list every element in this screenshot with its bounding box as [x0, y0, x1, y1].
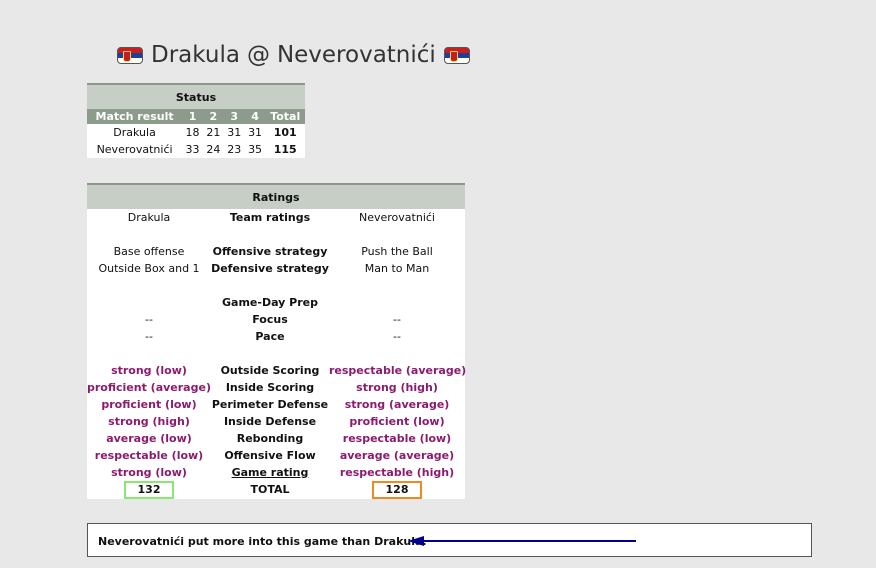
quarter-score: 18	[185, 126, 200, 139]
home-value: Base offense	[113, 245, 185, 258]
ratings-team-row: Drakula Team ratings Neverovatnići	[87, 209, 465, 226]
away-rating: proficient (low)	[349, 415, 445, 428]
quarter-score: 33	[185, 143, 200, 156]
game-rating-row: strong (low) Game rating respectable (hi…	[87, 464, 465, 481]
table-row: Drakula 18 21 31 31 101	[87, 124, 305, 141]
row-label: Game rating	[231, 466, 309, 479]
total-score: 115	[273, 143, 297, 156]
away-rating: strong (average)	[344, 398, 450, 411]
pace-row: -- Pace --	[87, 328, 465, 345]
home-rating: strong (low)	[111, 364, 187, 377]
away-rating: respectable (average)	[329, 364, 467, 377]
home-value: Outside Box and 1	[98, 262, 200, 275]
skill-row: strong (low) Outside Scoring respectable…	[87, 362, 467, 379]
column-header: Match result	[87, 109, 183, 124]
away-rating: average (average)	[339, 449, 455, 462]
serbia-flag-icon	[117, 46, 143, 64]
column-header: 4	[244, 109, 266, 124]
row-label: Offensive Flow	[224, 449, 316, 462]
quarter-score: 31	[248, 126, 263, 139]
column-header: 1	[182, 109, 203, 124]
serbia-flag-icon	[443, 46, 470, 64]
at-separator: @	[246, 42, 270, 68]
home-rating: proficient (average)	[87, 381, 211, 394]
home-rating: strong (high)	[108, 415, 190, 428]
home-team-name: Drakula	[151, 42, 240, 68]
home-rating: strong (low)	[111, 466, 187, 479]
away-value: --	[393, 330, 401, 343]
away-team-name: Neverovatnići	[276, 42, 436, 68]
skill-row: strong (high) Inside Defense proficient …	[87, 413, 465, 430]
home-value: --	[145, 330, 153, 343]
row-label: Inside Defense	[223, 415, 317, 428]
row-label: Defensive strategy	[211, 262, 329, 275]
home-rating: respectable (low)	[94, 449, 204, 462]
home-value: --	[145, 313, 153, 326]
home-rating: average (low)	[106, 432, 192, 445]
away-value: --	[393, 313, 401, 326]
status-header: Status	[87, 83, 305, 109]
row-label: Perimeter Defense	[211, 398, 329, 411]
away-team-name: Neverovatnići	[359, 211, 435, 224]
game-note: Neverovatnići put more into this game th…	[87, 523, 812, 557]
home-team-name: Drakula	[127, 211, 171, 224]
ratings-header: Ratings	[87, 183, 465, 209]
team-name: Drakula	[113, 126, 156, 139]
team-ratings-label: Team ratings	[229, 211, 311, 224]
away-total-box: 128	[372, 480, 422, 499]
table-row: Neverovatnići 33 24 23 35 115	[87, 141, 305, 158]
defensive-strategy-row: Outside Box and 1 Defensive strategy Man…	[87, 260, 465, 277]
skill-row: proficient (average) Inside Scoring stro…	[87, 379, 465, 396]
away-value: Push the Ball	[361, 245, 433, 258]
focus-row: -- Focus --	[87, 311, 465, 328]
row-label: Pace	[255, 330, 285, 343]
skill-row: respectable (low) Offensive Flow average…	[87, 447, 465, 464]
total-score: 101	[273, 126, 297, 139]
column-header: 2	[202, 109, 224, 124]
home-total-box: 132	[124, 480, 174, 499]
offensive-strategy-row: Base offense Offensive strategy Push the…	[87, 243, 465, 260]
gameday-label: Game-Day Prep	[222, 296, 318, 309]
row-label: Outside Scoring	[220, 364, 320, 377]
quarter-score: 35	[248, 143, 263, 156]
quarter-score: 21	[206, 126, 221, 139]
left-arrow-icon	[408, 536, 636, 546]
skill-row: average (low) Rebonding respectable (low…	[87, 430, 465, 447]
gameday-row: Game-Day Prep	[87, 294, 465, 311]
status-column-headers: Match result 1 2 3 4 Total	[87, 109, 305, 124]
team-name: Neverovatnići	[96, 143, 173, 156]
row-label: Offensive strategy	[212, 245, 328, 258]
away-rating: strong (high)	[356, 381, 438, 394]
total-row: 132 TOTAL 128	[87, 480, 465, 499]
note-text: Neverovatnići put more into this game th…	[98, 535, 427, 548]
status-table: Status Match result 1 2 3 4 Total Drakul…	[87, 83, 305, 158]
row-label: Inside Scoring	[225, 381, 315, 394]
quarter-score: 23	[227, 143, 242, 156]
column-header: 3	[223, 109, 245, 124]
skill-row: proficient (low) Perimeter Defense stron…	[87, 396, 465, 413]
match-title: Drakula @ Neverovatnići	[117, 42, 470, 68]
away-rating: respectable (high)	[339, 466, 455, 479]
ratings-table: Ratings Drakula Team ratings Neverovatni…	[87, 183, 467, 499]
away-rating: respectable (low)	[342, 432, 452, 445]
row-label: Focus	[252, 313, 288, 326]
quarter-score: 24	[206, 143, 221, 156]
away-value: Man to Man	[364, 262, 430, 275]
quarter-score: 31	[227, 126, 242, 139]
row-label: Rebonding	[236, 432, 304, 445]
home-rating: proficient (low)	[101, 398, 197, 411]
column-header: Total	[265, 109, 305, 124]
total-label: TOTAL	[250, 483, 290, 496]
